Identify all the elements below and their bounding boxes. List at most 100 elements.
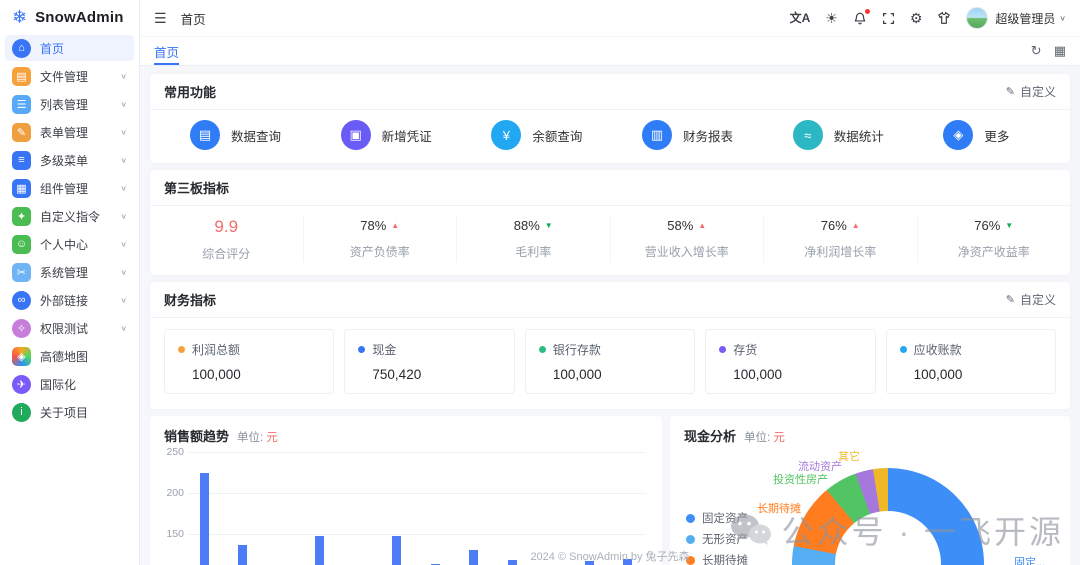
sidebar-item-label: 表单管理 [40, 125, 89, 140]
legend-item[interactable]: 无形资产 [686, 531, 760, 547]
external-link-icon: ∞ [12, 290, 31, 310]
metric-item: 88% ▼ 毛利率 [457, 217, 611, 262]
topbar-left: ☰ 首页 [154, 9, 206, 28]
notification-bell-icon[interactable] [853, 9, 870, 25]
sales-trend-title-row: 销售额趋势 单位: 元 [150, 416, 662, 445]
sales-trend-chart-card: 销售额趋势 单位: 元 25020015010050 [150, 416, 662, 565]
sidebar-item-label: 国际化 [40, 377, 77, 392]
finance-card: 财务指标 ✎ 自定义 利润总额 100,000 现金 750,420 银行存款 100,0… [150, 282, 1070, 409]
bar [238, 545, 248, 565]
finance-indicator-card: 现金 750,420 [344, 329, 515, 394]
legend-label: 长期待摊 [702, 555, 748, 565]
bar-chart-plot: 25020015010050 [160, 446, 650, 565]
topbar-right: 文A ☀ ⚙ 超级管理员 ∨ [775, 7, 1066, 29]
layout-grid-icon[interactable]: ▦ [1054, 43, 1066, 59]
sidebar-item-multilevel-menu[interactable]: ≡ 多级菜单 ∨ [5, 147, 134, 173]
translate-icon[interactable]: 文A [790, 12, 811, 24]
bars-container [200, 452, 632, 565]
multilevel-menu-icon: ≡ [12, 150, 31, 170]
tab-home[interactable]: 首页 [154, 37, 180, 65]
metric-label: 净利润增长率 [804, 245, 877, 259]
user-name[interactable]: 超级管理员 [995, 10, 1055, 27]
third-board-card: 第三板指标 9.9 综合评分 78% ▲ 资产负债率 88% ▼ 毛利率 58% ▲ 营业收入增长率… [150, 170, 1070, 275]
app-title: SnowAdmin [35, 8, 124, 26]
indicator-dot-icon [178, 346, 185, 353]
quick-function-data-query[interactable]: ▤ 数据查询 [158, 120, 309, 150]
legend-item[interactable]: 固定资产 [686, 510, 760, 526]
quick-function-finance-report[interactable]: ▥ 财务报表 [610, 120, 761, 150]
sidebar-item-system[interactable]: ✂ 系统管理 ∨ [5, 259, 134, 285]
settings-gear-icon[interactable]: ⚙ [910, 11, 923, 25]
pie-slice-callout: 流动资产 [798, 461, 842, 473]
sidebar-item-label: 文件管理 [40, 69, 89, 84]
quick-function-label: 余额查询 [532, 129, 583, 144]
collapse-sidebar-icon[interactable]: ☰ [154, 10, 167, 27]
charts-row: 销售额趋势 单位: 元 25020015010050 现金分析 单位: 元 [150, 416, 1070, 565]
metric-item: 9.9 综合评分 [150, 217, 304, 262]
refresh-icon[interactable]: ↻ [1031, 43, 1042, 59]
finance-indicator-label: 银行存款 [552, 343, 601, 357]
finance-header: 财务指标 ✎ 自定义 [150, 282, 1070, 318]
indicator-dot-icon [538, 346, 546, 353]
cash-analysis-title-row: 现金分析 单位: 元 [670, 416, 1070, 445]
sidebar-item-components[interactable]: ▦ 组件管理 ∨ [5, 175, 134, 201]
quick-function-new-voucher[interactable]: ▣ 新增凭证 [309, 120, 460, 150]
page-content: 常用功能 ✎ 自定义 ▤ 数据查询 ▣ 新增凭证 ¥ 余额查询 ▥ 财务报表 ≈ 数据统计 ◈ 更多 … [140, 66, 1080, 565]
profile-icon: ☺ [12, 234, 31, 254]
metric-item: 76% ▼ 净资产收益率 [918, 217, 1071, 262]
finance-indicator-label: 利润总额 [192, 343, 241, 357]
sales-trend-title: 销售额趋势 [164, 429, 230, 444]
sidebar-item-permission[interactable]: ✧ 权限测试 ∨ [5, 315, 134, 341]
quick-function-label: 数据统计 [833, 129, 884, 144]
sidebar-item-folder[interactable]: ▤ 文件管理 ∨ [5, 63, 134, 89]
metric-label: 综合评分 [202, 247, 251, 261]
sidebar: ❄ SnowAdmin ⌂ 首页 ▤ 文件管理 ∨ ☰ 列表管理 ∨ ✎ 表单管理 ∨ ≡ 多级菜单 ∨ ▦… [0, 0, 140, 565]
theme-sun-icon[interactable]: ☀ [825, 11, 838, 25]
quick-function-label: 新增凭证 [381, 129, 432, 144]
sidebar-item-i18n[interactable]: ✈ 国际化 [5, 371, 134, 397]
bar [392, 536, 402, 565]
trend-up-icon: ▲ [391, 221, 400, 230]
quick-function-more[interactable]: ◈ 更多 [911, 120, 1062, 150]
more-icon: ◈ [943, 120, 974, 150]
metric-label: 营业收入增长率 [644, 245, 729, 259]
sidebar-item-list[interactable]: ☰ 列表管理 ∨ [5, 91, 134, 117]
sidebar-item-home[interactable]: ⌂ 首页 [5, 35, 134, 61]
customize-button[interactable]: ✎ 自定义 [1006, 83, 1056, 100]
sidebar-item-directive[interactable]: ✦ 自定义指令 ∨ [5, 203, 134, 229]
bar [584, 561, 594, 565]
finance-title: 财务指标 [164, 293, 217, 308]
sidebar-item-map[interactable]: ◈ 高德地图 [5, 343, 134, 369]
quick-function-balance-query[interactable]: ¥ 余额查询 [459, 120, 610, 150]
sidebar-item-about[interactable]: i 关于项目 [5, 399, 134, 425]
sidebar-item-profile[interactable]: ☺ 个人中心 ∨ [5, 231, 134, 257]
cash-analysis-chart-card: 现金分析 单位: 元 固定资产无形资产长期待摊投资性房产流动资产其它 固定...… [670, 416, 1070, 565]
finance-indicator-value: 100,000 [552, 367, 602, 382]
trend-down-icon: ▼ [544, 221, 553, 230]
sidebar-item-form[interactable]: ✎ 表单管理 ∨ [5, 119, 134, 145]
user-avatar[interactable] [966, 7, 989, 29]
quick-function-label: 更多 [984, 129, 1010, 144]
sidebar-item-external-link[interactable]: ∞ 外部链接 ∨ [5, 287, 134, 313]
cash-analysis-unit: 单位: 元 [744, 432, 785, 444]
finance-indicator-top: 存货 [719, 341, 861, 358]
legend-item[interactable]: 长期待摊 [686, 552, 760, 565]
finance-indicator-card: 应收账款 100,000 [885, 329, 1057, 394]
fullscreen-icon[interactable] [882, 12, 895, 25]
legend-label: 固定资产 [702, 513, 748, 525]
quick-function-data-stats[interactable]: ≈ 数据统计 [761, 120, 912, 150]
tabbar-actions: ↻ ▦ [1031, 43, 1066, 59]
theme-skin-icon[interactable] [937, 11, 951, 25]
metric-number: 76% [974, 218, 1001, 233]
chevron-down-icon: ∨ [120, 295, 127, 304]
permission-icon: ✧ [12, 318, 31, 338]
chevron-down-icon[interactable]: ∨ [1059, 14, 1066, 23]
finance-indicator-card: 银行存款 100,000 [524, 329, 696, 394]
quick-function-label: 财务报表 [683, 129, 734, 144]
metric-item: 58% ▲ 营业收入增长率 [611, 217, 764, 262]
directive-icon: ✦ [12, 206, 31, 226]
sidebar-item-label: 个人中心 [40, 237, 89, 252]
tabbar: 首页 ↻ ▦ [140, 36, 1080, 66]
trend-up-icon: ▲ [698, 221, 707, 230]
customize-button[interactable]: ✎ 自定义 [1006, 291, 1056, 308]
